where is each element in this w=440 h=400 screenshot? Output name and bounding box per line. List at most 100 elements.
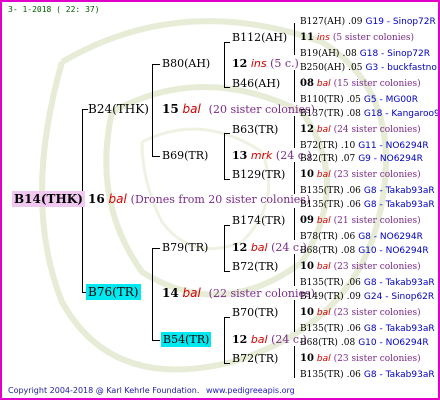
connector <box>224 271 230 272</box>
root-note: (Drones from 20 sister colonies) <box>130 193 311 206</box>
gen4-row-5[interactable]: B72(TR) .10 G11 - NO6294R <box>300 142 429 151</box>
gen3-info-5: 10 bal (23 sister colonies) <box>300 262 421 272</box>
gen4-id: B135(TR) <box>300 186 344 196</box>
gen4-row-3[interactable]: B110(TR) .05 G5 - MG00R <box>300 96 418 105</box>
gen4-row-12[interactable]: B149(TR) .09 G24 - Sinop62R <box>300 293 434 302</box>
gen4-val: .06 <box>346 278 361 288</box>
gen2-id: B54(TR) <box>161 332 212 347</box>
gen3-node-0[interactable]: B112(AH) <box>232 32 287 43</box>
gen4-row-13[interactable]: B135(TR) .06 G8 - Takab93aR <box>300 325 435 334</box>
connector <box>294 254 295 286</box>
gen4-row-0[interactable]: B127(AH) .09 G19 - Sinop72R <box>300 18 436 27</box>
gen4-row-6[interactable]: B82(TR) .07 G9 - NO6294R <box>300 155 423 164</box>
gen3-note: (21 sister colonies) <box>333 216 421 226</box>
gen3-num: 10 <box>300 169 314 180</box>
gen3-info-0: 11 ins (5 sister colonies) <box>300 33 414 43</box>
gen2-label: ins <box>250 57 267 70</box>
gen1-num: 14 <box>162 286 179 300</box>
pedigree-chart: 3- 1-2018 ( 22: 37) B14(THK) 16 bal (Dro… <box>0 0 440 400</box>
gen4-val: .06 <box>346 200 361 210</box>
root-node[interactable]: B14(THK) <box>12 191 85 207</box>
site-link[interactable]: www.pedigreeapis.org <box>206 386 295 395</box>
gen2-label: bal <box>250 241 268 254</box>
gen2-node-3[interactable]: B54(TR) <box>161 332 212 347</box>
connector <box>294 346 295 378</box>
gen3-id: B112(AH) <box>232 31 288 44</box>
gen4-ref: G8 - Takab93aR <box>363 278 435 288</box>
gen3-node-1[interactable]: B46(AH) <box>232 78 280 89</box>
gen4-ref: G18 - Sinop72R <box>359 49 431 59</box>
gen2-id: B80(AH) <box>162 57 211 70</box>
gen2-label: bal <box>250 333 268 346</box>
gen3-num: 10 <box>300 353 314 364</box>
gen3-info-2: 12 bal (24 sister colonies) <box>300 125 421 135</box>
gen4-row-15[interactable]: B135(TR) .06 G8 - Takab93aR <box>300 371 435 380</box>
connector <box>224 133 230 134</box>
gen4-id: B72(TR) <box>300 141 338 151</box>
gen2-num: 12 <box>232 333 248 346</box>
gen4-row-14[interactable]: B68(TR) .08 G10 - NO6294R <box>300 339 429 348</box>
connector <box>224 363 230 364</box>
connector <box>224 133 225 179</box>
gen4-row-8[interactable]: B135(TR) .06 G8 - Takab93aR <box>300 201 435 210</box>
gen4-row-11[interactable]: B135(TR) .06 G8 - Takab93aR <box>300 279 435 288</box>
gen3-note: (24 sister colonies) <box>333 125 421 135</box>
gen3-num: 09 <box>300 215 314 226</box>
gen4-val: .08 <box>340 338 356 348</box>
gen3-node-3[interactable]: B129(TR) <box>232 169 285 180</box>
gen1-info-1: 14 bal (22 sister colonies) <box>162 287 315 299</box>
gen1-id: B24(THK) <box>88 102 149 116</box>
connector <box>294 23 295 55</box>
gen4-val: .09 <box>346 292 361 302</box>
gen4-ref: G8 - NO6294R <box>358 232 423 242</box>
connector <box>224 179 230 180</box>
gen2-note: (5 c.) <box>270 57 299 70</box>
root-info: 16 bal (Drones from 20 sister colonies) <box>88 193 310 205</box>
gen3-info-1: 08 bal (15 sister colonies) <box>300 79 421 89</box>
gen3-note: (23 sister colonies) <box>333 170 421 180</box>
gen4-val: .05 <box>346 95 361 105</box>
copyright-text: Copyright 2004-2018 @ Karl Kehrle Founda… <box>8 386 200 395</box>
gen3-node-4[interactable]: B174(TR) <box>232 215 285 226</box>
gen4-row-1[interactable]: B19(AH) .08 G18 - Sinop72R <box>300 50 430 59</box>
gen3-label: bal <box>316 170 331 180</box>
connector <box>152 156 160 157</box>
gen2-node-1[interactable]: B69(TR) <box>162 150 208 161</box>
gen3-label: ins <box>316 33 330 43</box>
gen3-node-2[interactable]: B63(TR) <box>232 124 278 135</box>
gen2-node-2[interactable]: B79(TR) <box>162 242 208 253</box>
gen1-node-0[interactable]: B24(THK) <box>88 103 149 115</box>
gen2-info-2: 12 bal (24 c.) <box>232 242 307 253</box>
gen3-num: 08 <box>300 78 314 89</box>
gen1-node-1[interactable]: B76(TR) <box>86 284 141 300</box>
gen4-id: B68(TR) <box>300 338 338 348</box>
gen3-label: bal <box>316 262 331 272</box>
gen2-node-0[interactable]: B80(AH) <box>162 58 210 69</box>
gen4-id: B135(TR) <box>300 370 344 380</box>
gen2-num: 12 <box>232 57 248 70</box>
gen3-note: (15 sister colonies) <box>333 79 421 89</box>
gen4-row-2[interactable]: B250(AH) .05 G3 - buckfastno <box>300 64 437 73</box>
gen3-node-5[interactable]: B72(TR) <box>232 261 278 272</box>
footer: Copyright 2004-2018 @ Karl Kehrle Founda… <box>8 387 295 395</box>
connector <box>224 42 230 43</box>
gen4-id: B110(TR) <box>300 95 344 105</box>
gen4-id: B137(TR) <box>300 109 344 119</box>
gen4-row-7[interactable]: B135(TR) .06 G8 - Takab93aR <box>300 187 435 196</box>
gen3-label: bal <box>316 125 331 135</box>
gen3-id: B72(TR) <box>232 260 279 273</box>
gen3-label: bal <box>316 79 331 89</box>
gen3-node-6[interactable]: B70(TR) <box>232 307 278 318</box>
connector <box>152 248 160 249</box>
gen4-ref: G9 - NO6294R <box>358 154 423 164</box>
gen4-row-4[interactable]: B137(TR).08G18 - Kangaroo98R <box>300 109 438 119</box>
gen3-node-7[interactable]: B72(TR) <box>232 353 278 364</box>
gen4-row-10[interactable]: B68(TR) .08 G10 - NO6294R <box>300 247 429 256</box>
gen4-val: .08 <box>340 246 356 256</box>
gen4-row-9[interactable]: B78(TR) .06 G8 - NO6294R <box>300 233 423 242</box>
gen4-ref: G5 - MG00R <box>363 95 419 105</box>
root-num: 16 <box>88 192 105 206</box>
date-line: 3- 1-2018 ( 22: 37) <box>8 5 100 14</box>
gen4-id: B78(TR) <box>300 232 338 242</box>
gen2-info-0: 12 ins (5 c.) <box>232 58 299 69</box>
